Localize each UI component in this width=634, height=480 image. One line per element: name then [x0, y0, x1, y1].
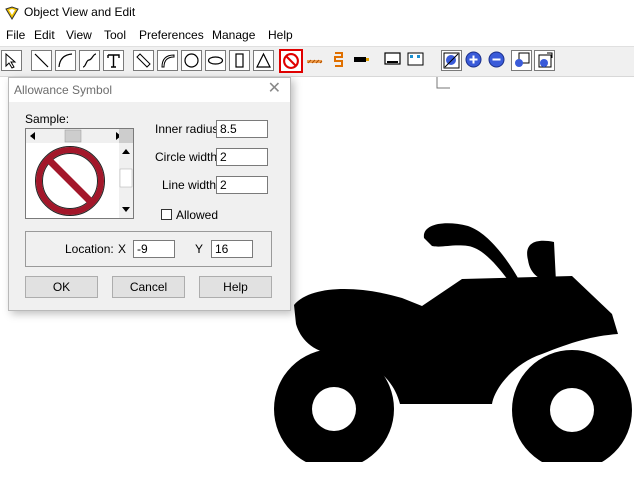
location-label: Location:: [65, 242, 114, 256]
menu-tool[interactable]: Tool: [104, 28, 126, 42]
zoom-extents-icon[interactable]: [534, 50, 555, 71]
menu-file[interactable]: File: [6, 28, 25, 42]
y-label: Y: [195, 242, 204, 256]
dialog-title-bar: Allowance Symbol ✕: [9, 78, 290, 102]
menu-preferences[interactable]: Preferences: [139, 28, 204, 42]
location-x-field[interactable]: -9: [133, 240, 175, 258]
x-label: X: [118, 242, 127, 256]
location-group: Location: X -9 Y 16: [25, 231, 272, 267]
sample-label: Sample:: [25, 112, 70, 126]
atv-drawing[interactable]: [272, 214, 634, 462]
menu-edit[interactable]: Edit: [34, 28, 55, 42]
zoom-in-icon[interactable]: [464, 50, 485, 71]
line-width-field[interactable]: 2: [216, 176, 268, 194]
allowance-symbol-icon[interactable]: [279, 49, 303, 73]
circle-width-label: Circle width: [155, 150, 218, 164]
ruler-corner-icon: [436, 77, 450, 89]
allowed-label: Allowed: [176, 208, 219, 222]
window-title: Object View and Edit: [24, 5, 136, 19]
cancel-button[interactable]: Cancel: [112, 276, 185, 298]
zoom-box-icon[interactable]: [511, 50, 532, 71]
zoom-out-icon[interactable]: [487, 50, 508, 71]
allowed-checkbox[interactable]: [161, 209, 172, 220]
sample-preview: [25, 128, 134, 219]
circle-width-field[interactable]: 2: [216, 148, 268, 166]
screen-icon[interactable]: [383, 50, 404, 71]
grid-icon[interactable]: [406, 50, 427, 71]
triangle-icon[interactable]: [253, 50, 274, 71]
arc-icon[interactable]: [55, 50, 76, 71]
line-icon[interactable]: [31, 50, 52, 71]
app-logo-icon: [5, 6, 19, 20]
ellipse-icon[interactable]: [205, 50, 226, 71]
title-bar: Object View and Edit: [0, 0, 634, 25]
inner-radius-label: Inner radius: [155, 122, 219, 136]
text-tool-icon[interactable]: [103, 50, 124, 71]
rectangle-icon[interactable]: [229, 50, 250, 71]
spring-icon[interactable]: [329, 50, 350, 71]
diagonal-rect-icon[interactable]: [133, 50, 154, 71]
close-icon[interactable]: ✕: [268, 81, 281, 97]
inner-radius-field[interactable]: 8.5: [216, 120, 268, 138]
menu-bar: File Edit View Tool Preferences Manage H…: [0, 26, 634, 46]
help-button[interactable]: Help: [199, 276, 272, 298]
allowance-symbol-dialog: Allowance Symbol ✕ Sample: Inner radius …: [8, 77, 291, 311]
location-y-field[interactable]: 16: [211, 240, 253, 258]
menu-manage[interactable]: Manage: [212, 28, 255, 42]
hatch-icon[interactable]: [305, 50, 326, 71]
curve-icon[interactable]: [79, 50, 100, 71]
zoom-fit-icon[interactable]: [441, 50, 462, 71]
arc2-icon[interactable]: [157, 50, 178, 71]
dialog-title: Allowance Symbol: [14, 83, 113, 97]
arrow-marker-icon[interactable]: [352, 50, 373, 71]
line-width-label: Line width: [162, 178, 217, 192]
menu-help[interactable]: Help: [268, 28, 293, 42]
toolbar: [0, 46, 634, 77]
circle-icon[interactable]: [181, 50, 202, 71]
ok-button[interactable]: OK: [25, 276, 98, 298]
select-arrow-icon[interactable]: [1, 50, 22, 71]
menu-view[interactable]: View: [66, 28, 92, 42]
